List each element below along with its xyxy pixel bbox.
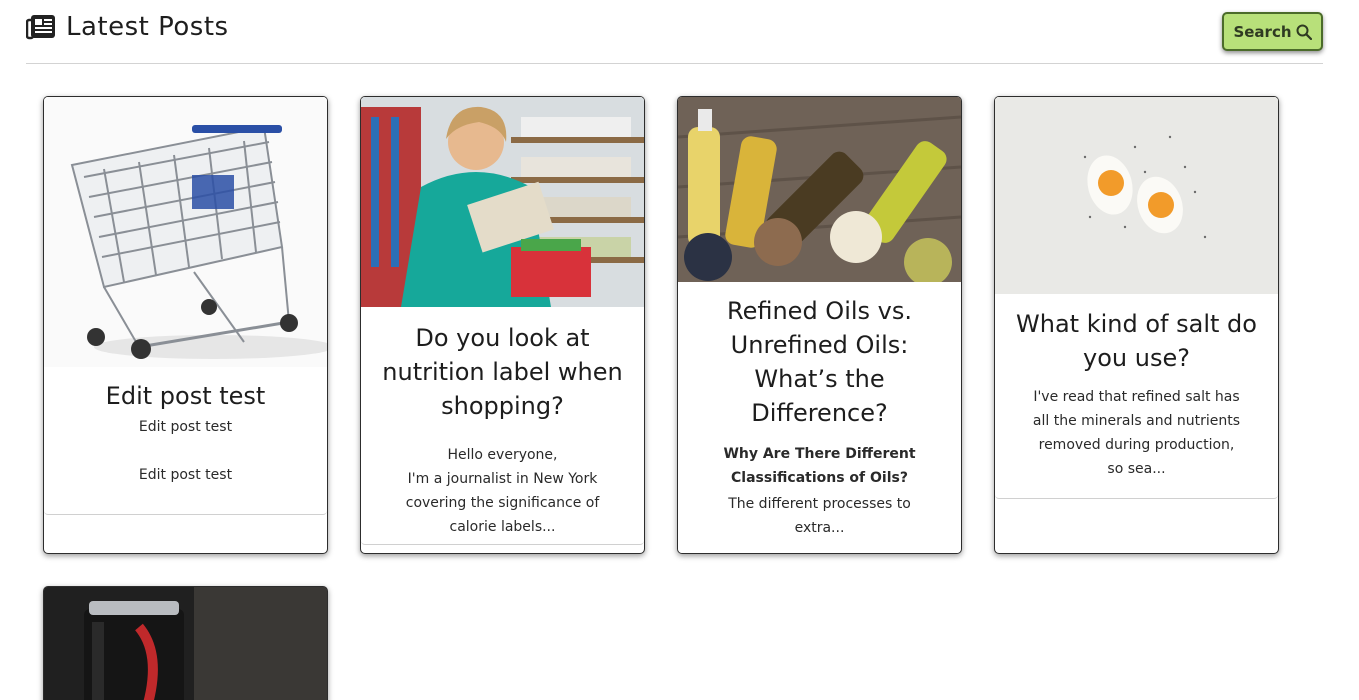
post-image-oil-bottles-and-seeds <box>678 97 961 282</box>
post-image-shopping-cart <box>44 97 327 367</box>
post-excerpt-line: Edit post test <box>138 419 233 435</box>
post-subheading: Why Are There Different Classifications … <box>723 446 916 486</box>
search-button[interactable]: Search <box>1222 12 1323 51</box>
post-card[interactable] <box>43 586 328 700</box>
post-excerpt-line: so sea... <box>1107 461 1166 477</box>
search-button-label: Search <box>1233 22 1292 41</box>
search-icon <box>1296 24 1312 40</box>
newspaper-icon <box>25 14 56 40</box>
post-excerpt-line: The different processes to <box>728 496 911 512</box>
title-wrap: Latest Posts <box>25 12 229 42</box>
post-card[interactable]: Refined Oils vs. Unrefined Oils: What’s … <box>677 96 962 554</box>
post-title[interactable]: Edit post test <box>44 379 327 413</box>
post-excerpt-line: calorie labels... <box>449 519 556 535</box>
post-excerpt-line: Edit post test <box>138 467 233 483</box>
post-card[interactable]: What kind of salt do you use? I've read … <box>994 96 1279 554</box>
post-excerpt-line: removed during production, <box>1038 437 1235 453</box>
post-image-boiled-eggs-with-salt <box>995 97 1278 294</box>
post-card[interactable]: Edit post test Edit post test Edit post … <box>43 96 328 554</box>
post-excerpt-line: covering the significance of <box>405 495 600 511</box>
post-excerpt-line: extra... <box>794 520 845 536</box>
post-card[interactable]: Do you look at nutrition label when shop… <box>360 96 645 554</box>
page-title: Latest Posts <box>66 12 229 42</box>
page-header: Latest Posts Search <box>25 0 1323 64</box>
post-excerpt-line: I've read that refined salt has <box>1033 389 1240 405</box>
post-image-soda-can <box>44 587 327 700</box>
post-excerpt-line: I'm a journalist in New York <box>407 471 598 487</box>
post-excerpt-line: all the minerals and nutrients <box>1032 413 1241 429</box>
post-title[interactable]: Refined Oils vs. Unrefined Oils: What’s … <box>678 294 961 430</box>
post-title[interactable]: What kind of salt do you use? <box>995 307 1278 375</box>
post-image-woman-reading-label-in-grocery <box>361 97 644 307</box>
post-title[interactable]: Do you look at nutrition label when shop… <box>361 321 644 423</box>
post-excerpt-line: Hello everyone, <box>447 447 558 463</box>
